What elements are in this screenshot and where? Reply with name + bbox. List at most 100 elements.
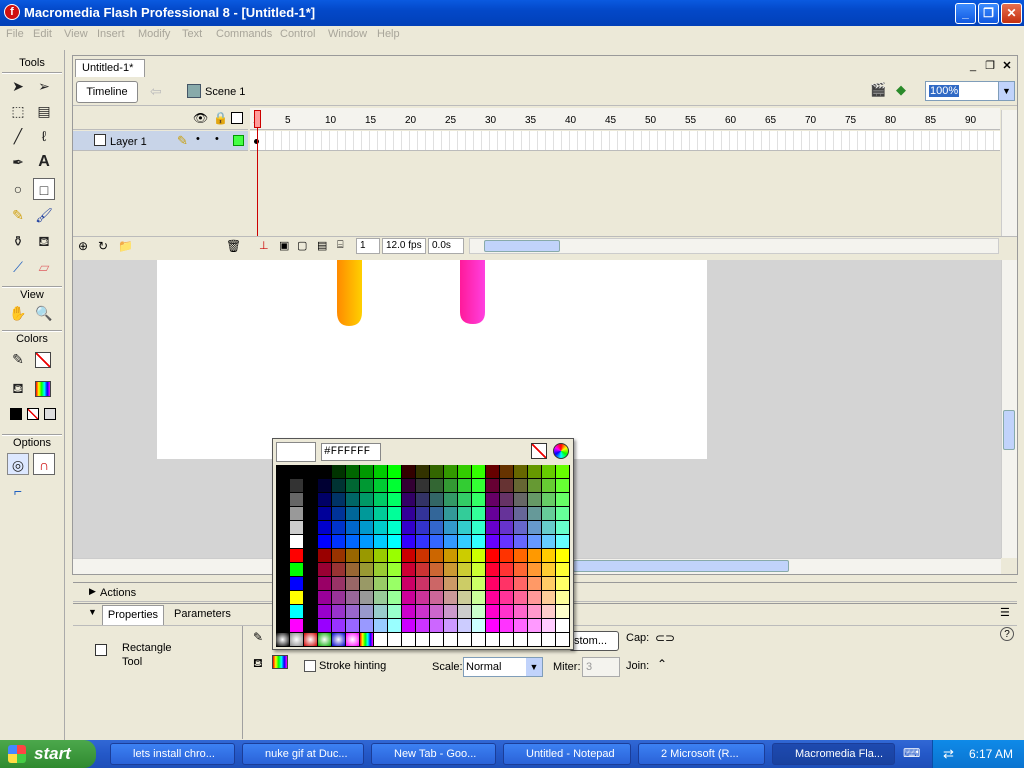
back-arrow-icon[interactable]: ⇦	[150, 83, 162, 100]
color-swatch[interactable]	[514, 563, 528, 577]
color-swatch[interactable]	[276, 535, 290, 549]
color-swatch[interactable]	[318, 563, 332, 577]
color-swatch[interactable]	[542, 619, 556, 633]
color-swatch[interactable]	[486, 521, 500, 535]
color-swatch[interactable]	[500, 493, 514, 507]
zoom-tool-icon[interactable]: 🔍	[33, 302, 55, 324]
color-swatch[interactable]	[556, 577, 570, 591]
stage[interactable]	[157, 260, 707, 459]
doc-close-icon[interactable]: ✕	[1000, 59, 1014, 73]
color-swatch[interactable]	[360, 465, 374, 479]
color-swatch[interactable]	[500, 521, 514, 535]
color-swatch[interactable]	[402, 493, 416, 507]
color-swatch[interactable]	[318, 605, 332, 619]
color-swatch[interactable]	[346, 549, 360, 563]
color-swatch[interactable]	[374, 507, 388, 521]
color-swatch[interactable]	[318, 549, 332, 563]
pencil-tool-icon[interactable]: ✎	[7, 204, 29, 226]
color-swatch[interactable]	[472, 521, 486, 535]
hand-tool-icon[interactable]: ✋	[7, 302, 29, 324]
gradient-swatch[interactable]	[388, 633, 402, 647]
color-swatch[interactable]	[444, 507, 458, 521]
color-swatch[interactable]	[360, 493, 374, 507]
color-swatch[interactable]	[430, 493, 444, 507]
color-swatch[interactable]	[360, 591, 374, 605]
color-swatch[interactable]	[542, 535, 556, 549]
gradient-swatch[interactable]	[402, 633, 416, 647]
menu-file[interactable]: File	[6, 28, 24, 40]
layer-name[interactable]: Layer 1	[110, 136, 147, 148]
color-swatch[interactable]	[290, 493, 304, 507]
onion-skin-icon[interactable]: ▣	[279, 239, 289, 252]
color-swatch[interactable]	[416, 493, 430, 507]
color-swatch[interactable]	[542, 521, 556, 535]
color-swatch[interactable]	[486, 479, 500, 493]
color-swatch[interactable]	[290, 563, 304, 577]
color-swatch[interactable]	[458, 479, 472, 493]
menu-control[interactable]: Control	[280, 28, 315, 40]
collapse-arrow-icon[interactable]: ▼	[88, 607, 97, 617]
menu-view[interactable]: View	[64, 28, 88, 40]
color-swatch[interactable]	[346, 493, 360, 507]
color-swatch[interactable]	[346, 563, 360, 577]
color-swatch[interactable]	[556, 619, 570, 633]
color-swatch[interactable]	[556, 493, 570, 507]
color-swatch[interactable]	[304, 591, 318, 605]
menu-commands[interactable]: Commands	[216, 28, 272, 40]
color-swatch[interactable]	[402, 549, 416, 563]
paint-bucket-icon[interactable]: ⛾	[33, 230, 55, 252]
color-swatch[interactable]	[430, 563, 444, 577]
color-swatch[interactable]	[276, 479, 290, 493]
color-swatch[interactable]	[318, 465, 332, 479]
color-swatch[interactable]	[556, 521, 570, 535]
color-swatch[interactable]	[374, 535, 388, 549]
color-swatch[interactable]	[458, 549, 472, 563]
onion-outlines-icon[interactable]: ▢	[297, 239, 307, 252]
color-swatch[interactable]	[276, 521, 290, 535]
color-swatch[interactable]	[500, 577, 514, 591]
color-swatch[interactable]	[542, 577, 556, 591]
color-swatch[interactable]	[304, 465, 318, 479]
color-swatch[interactable]	[388, 535, 402, 549]
color-swatch[interactable]	[332, 479, 346, 493]
swatch-grid[interactable]	[276, 465, 570, 647]
scene-label[interactable]: Scene 1	[205, 86, 245, 98]
minimize-button[interactable]: _	[955, 3, 976, 24]
color-swatch[interactable]	[402, 563, 416, 577]
color-swatch[interactable]	[486, 605, 500, 619]
color-swatch[interactable]	[276, 591, 290, 605]
color-swatch[interactable]	[556, 479, 570, 493]
oval-tool-icon[interactable]: ○	[7, 178, 29, 200]
color-swatch[interactable]	[514, 521, 528, 535]
miter-input[interactable]: 3	[582, 657, 620, 677]
color-swatch[interactable]	[388, 549, 402, 563]
gradient-swatch[interactable]	[290, 633, 304, 647]
color-swatch[interactable]	[514, 507, 528, 521]
color-swatch[interactable]	[388, 465, 402, 479]
color-swatch[interactable]	[430, 535, 444, 549]
color-swatch[interactable]	[556, 591, 570, 605]
color-swatch[interactable]	[514, 493, 528, 507]
color-swatch[interactable]	[430, 549, 444, 563]
color-swatch[interactable]	[346, 479, 360, 493]
keyboard-icon[interactable]: ⌨	[903, 746, 921, 762]
color-swatch[interactable]	[360, 507, 374, 521]
color-swatch[interactable]	[514, 591, 528, 605]
color-swatch[interactable]	[416, 577, 430, 591]
color-swatch[interactable]	[346, 535, 360, 549]
color-swatch[interactable]	[388, 577, 402, 591]
color-swatch[interactable]	[290, 577, 304, 591]
color-swatch[interactable]	[346, 577, 360, 591]
color-swatch[interactable]	[332, 577, 346, 591]
gradient-transform-icon[interactable]: ▤	[33, 100, 55, 122]
color-swatch[interactable]	[486, 493, 500, 507]
color-swatch[interactable]	[290, 507, 304, 521]
color-swatch[interactable]	[472, 507, 486, 521]
center-frame-icon[interactable]: ⊥	[259, 239, 269, 252]
color-swatch[interactable]	[332, 465, 346, 479]
color-swatch[interactable]	[556, 605, 570, 619]
color-swatch[interactable]	[332, 493, 346, 507]
color-swatch[interactable]	[444, 619, 458, 633]
color-swatch[interactable]	[542, 605, 556, 619]
color-swatch[interactable]	[528, 563, 542, 577]
